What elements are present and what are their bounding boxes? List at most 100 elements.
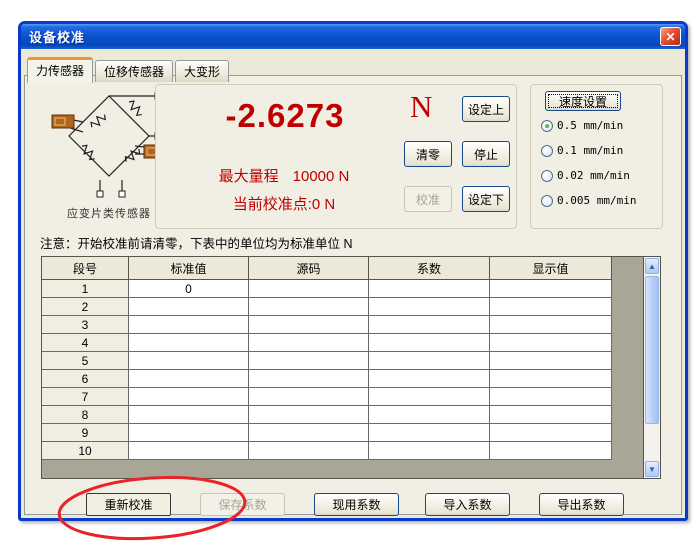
recalibrate-button[interactable]: 重新校准 bbox=[86, 493, 171, 516]
table-cell[interactable] bbox=[249, 442, 369, 460]
speed-option-0.005[interactable]: 0.005 mm/min bbox=[541, 194, 636, 207]
speed-settings-group: 速度设置 0.5 mm/min 0.1 mm/min 0.02 mm/min 0… bbox=[530, 84, 663, 229]
table-cell[interactable] bbox=[129, 334, 249, 352]
segment-number-cell: 8 bbox=[42, 406, 129, 424]
cal-point-label: 当前校准点: bbox=[232, 196, 312, 213]
table-cell[interactable] bbox=[369, 352, 490, 370]
close-button[interactable]: ✕ bbox=[660, 27, 681, 46]
set-upper-button[interactable]: 设定上 bbox=[462, 96, 510, 122]
table-cell[interactable] bbox=[369, 316, 490, 334]
table-cell[interactable] bbox=[490, 370, 612, 388]
table-cell[interactable] bbox=[490, 298, 612, 316]
table-cell[interactable] bbox=[490, 406, 612, 424]
segment-number-cell: 1 bbox=[42, 280, 129, 298]
screen: 设备校准 ✕ 力传感器 位移传感器 大变形 应变片类传感器 -2.6273 N … bbox=[0, 0, 700, 550]
stop-button[interactable]: 停止 bbox=[462, 141, 510, 167]
table-cell[interactable] bbox=[129, 298, 249, 316]
table-row: 8 bbox=[42, 406, 660, 424]
table-cell[interactable] bbox=[129, 388, 249, 406]
scroll-down-icon[interactable]: ▼ bbox=[645, 461, 659, 477]
table-cell[interactable] bbox=[249, 370, 369, 388]
max-range-line: 最大量程 10000 N bbox=[156, 165, 412, 186]
table-cell[interactable] bbox=[129, 424, 249, 442]
table-cell[interactable] bbox=[129, 406, 249, 424]
table-cell[interactable] bbox=[369, 280, 490, 298]
scroll-up-icon[interactable]: ▲ bbox=[645, 258, 659, 274]
segment-number-cell: 7 bbox=[42, 388, 129, 406]
segment-number-cell: 6 bbox=[42, 370, 129, 388]
window-title: 设备校准 bbox=[29, 30, 86, 45]
table-cell[interactable] bbox=[249, 280, 369, 298]
table-cell[interactable] bbox=[249, 424, 369, 442]
table-cell[interactable] bbox=[490, 388, 612, 406]
table-row: 10 bbox=[42, 442, 660, 460]
scrollbar-thumb[interactable] bbox=[645, 276, 659, 424]
calibration-table: 段号 标准值 源码 系数 显示值 1 0 2 3 4 5 6 7 8 9 10 ▲ ▼ bbox=[41, 256, 661, 479]
table-row: 2 bbox=[42, 298, 660, 316]
radio-icon bbox=[541, 169, 553, 182]
dialog-body: 力传感器 位移传感器 大变形 应变片类传感器 -2.6273 N 最大量程 10… bbox=[21, 49, 685, 518]
table-cell[interactable] bbox=[369, 370, 490, 388]
table-cell[interactable] bbox=[490, 280, 612, 298]
table-cell[interactable] bbox=[129, 442, 249, 460]
table-cell[interactable] bbox=[249, 316, 369, 334]
table-cell[interactable] bbox=[369, 388, 490, 406]
speed-option-0.02[interactable]: 0.02 mm/min bbox=[541, 169, 636, 182]
table-cell[interactable] bbox=[369, 334, 490, 352]
col-standard: 标准值 bbox=[129, 257, 249, 280]
table-cell[interactable] bbox=[369, 298, 490, 316]
tab-large-deformation[interactable]: 大变形 bbox=[175, 60, 230, 82]
table-cell[interactable] bbox=[369, 442, 490, 460]
table-cell[interactable] bbox=[249, 298, 369, 316]
radio-icon bbox=[541, 119, 553, 132]
table-cell[interactable] bbox=[249, 388, 369, 406]
table-cell[interactable] bbox=[129, 370, 249, 388]
import-coefficients-button[interactable]: 导入系数 bbox=[425, 493, 510, 516]
save-coefficients-button: 保存系数 bbox=[200, 493, 285, 516]
force-unit: N bbox=[410, 89, 433, 124]
col-segment: 段号 bbox=[42, 257, 129, 280]
table-cell[interactable] bbox=[369, 424, 490, 442]
zero-button[interactable]: 清零 bbox=[404, 141, 452, 167]
current-coefficients-button[interactable]: 现用系数 bbox=[314, 493, 399, 516]
device-calibration-dialog: 设备校准 ✕ 力传感器 位移传感器 大变形 应变片类传感器 -2.6273 N … bbox=[18, 21, 688, 521]
table-cell[interactable] bbox=[490, 334, 612, 352]
table-cell[interactable] bbox=[490, 424, 612, 442]
table-row: 4 bbox=[42, 334, 660, 352]
table-row: 9 bbox=[42, 424, 660, 442]
table-row: 5 bbox=[42, 352, 660, 370]
sensor-caption: 应变片类传感器 bbox=[67, 208, 151, 220]
tab-displacement-sensor[interactable]: 位移传感器 bbox=[95, 60, 174, 82]
table-cell[interactable] bbox=[249, 334, 369, 352]
cal-point-line: 当前校准点:0 N bbox=[156, 193, 412, 214]
table-cell[interactable]: 0 bbox=[129, 280, 249, 298]
table-cell[interactable] bbox=[249, 406, 369, 424]
table-scrollbar[interactable]: ▲ ▼ bbox=[643, 257, 660, 478]
speed-settings-button[interactable]: 速度设置 bbox=[545, 91, 621, 111]
force-value: -2.6273 bbox=[225, 97, 345, 134]
sensor-illustration: 应变片类传感器 bbox=[47, 88, 171, 221]
col-source: 源码 bbox=[249, 257, 369, 280]
table-cell[interactable] bbox=[129, 352, 249, 370]
set-lower-button[interactable]: 设定下 bbox=[462, 186, 510, 212]
calibrate-button: 校准 bbox=[404, 186, 452, 212]
table-cell[interactable] bbox=[490, 442, 612, 460]
close-icon: ✕ bbox=[665, 29, 676, 44]
speed-option-0.5[interactable]: 0.5 mm/min bbox=[541, 119, 636, 132]
export-coefficients-button[interactable]: 导出系数 bbox=[539, 493, 624, 516]
segment-number-cell: 5 bbox=[42, 352, 129, 370]
table-cell[interactable] bbox=[490, 352, 612, 370]
table-cell[interactable] bbox=[129, 316, 249, 334]
max-range-label: 最大量程 bbox=[218, 168, 279, 185]
table-cell[interactable] bbox=[490, 316, 612, 334]
segment-number-cell: 10 bbox=[42, 442, 129, 460]
table-cell[interactable] bbox=[369, 406, 490, 424]
table-cell[interactable] bbox=[249, 352, 369, 370]
cal-point-value: 0 N bbox=[311, 196, 336, 213]
table-row: 3 bbox=[42, 316, 660, 334]
table-rows: 1 0 2 3 4 5 6 7 8 9 10 bbox=[42, 280, 660, 460]
titlebar[interactable]: 设备校准 ✕ bbox=[21, 24, 685, 49]
speed-option-0.1[interactable]: 0.1 mm/min bbox=[541, 144, 636, 157]
tab-force-sensor[interactable]: 力传感器 bbox=[27, 57, 94, 83]
strain-gauge-bridge-icon bbox=[51, 92, 167, 198]
